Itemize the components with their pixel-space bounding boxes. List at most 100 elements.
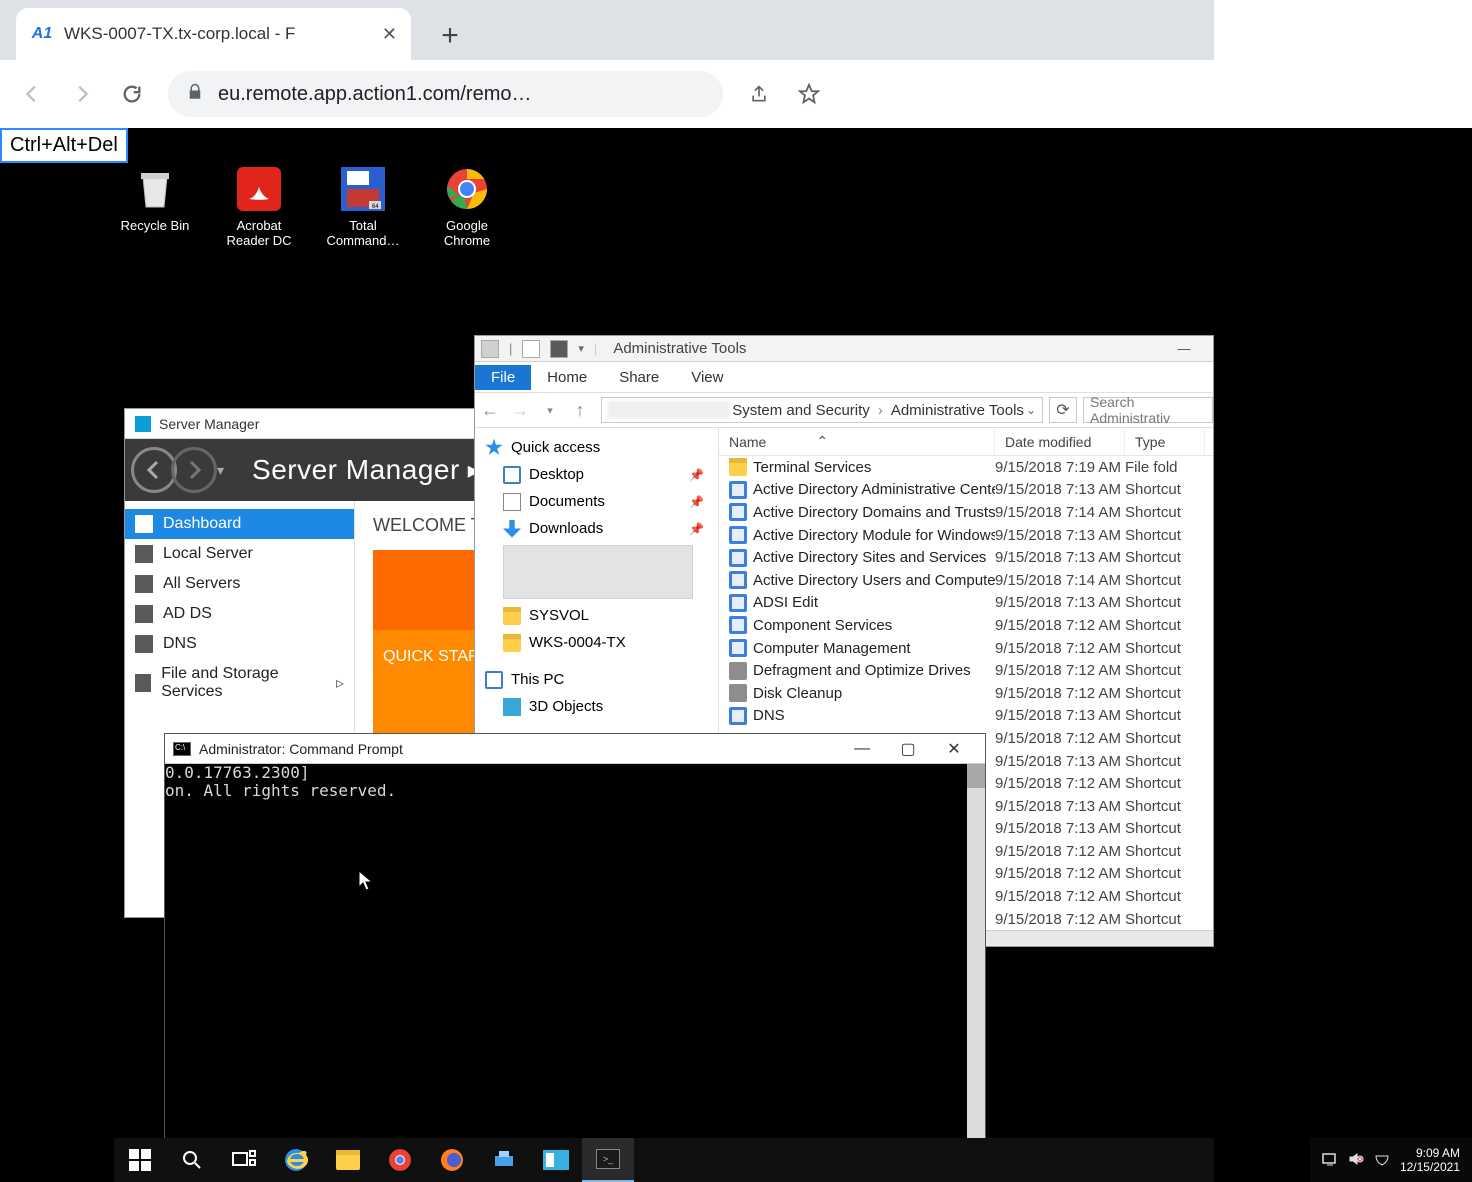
bookmark-button[interactable] bbox=[787, 72, 831, 116]
file-row[interactable]: Computer Management9/15/2018 7:12 AMShor… bbox=[719, 637, 1213, 660]
file-type: Shortcut bbox=[1125, 572, 1205, 589]
taskbar-firefox[interactable] bbox=[426, 1138, 478, 1182]
tree-desktop[interactable]: Desktop📌 bbox=[475, 461, 718, 488]
search-button[interactable] bbox=[166, 1138, 218, 1182]
chevron-down-icon[interactable]: ⌄ bbox=[1026, 403, 1036, 417]
adds-icon bbox=[135, 605, 153, 623]
ctrl-alt-del-button[interactable]: Ctrl+Alt+Del bbox=[0, 128, 128, 163]
command-prompt-window[interactable]: Administrator: Command Prompt — ▢ ✕ 0.0.… bbox=[164, 733, 986, 1169]
fe-search-input[interactable]: Search Administrativ bbox=[1083, 397, 1213, 423]
file-name: Defragment and Optimize Drives bbox=[753, 662, 995, 679]
close-button[interactable]: ✕ bbox=[931, 735, 977, 763]
cmd-body[interactable]: 0.0.17763.2300] on. All rights reserved. bbox=[165, 764, 985, 1168]
fe-path[interactable]: System and Security › Administrative Too… bbox=[601, 397, 1043, 423]
taskbar-cmd[interactable]: >_ bbox=[582, 1138, 634, 1182]
file-date: 9/15/2018 7:12 AM bbox=[995, 775, 1125, 792]
sm-nav-file-storage[interactable]: File and Storage Services▹ bbox=[125, 659, 354, 707]
desktop-icon-total-commander[interactable]: 64 Total Command… bbox=[324, 164, 402, 248]
file-row[interactable]: Defragment and Optimize Drives9/15/2018 … bbox=[719, 659, 1213, 682]
minimize-button[interactable]: — bbox=[1161, 336, 1207, 362]
taskbar-chrome[interactable] bbox=[374, 1138, 426, 1182]
qat-icon[interactable] bbox=[481, 340, 499, 358]
network-icon[interactable] bbox=[1322, 1151, 1338, 1170]
fe-nav-back[interactable]: ← bbox=[475, 400, 505, 421]
file-name: Component Services bbox=[753, 617, 995, 634]
desktop-icon-chrome[interactable]: Google Chrome bbox=[428, 164, 506, 248]
cmd-scrollbar[interactable] bbox=[967, 764, 985, 1168]
taskbar-ie[interactable] bbox=[270, 1138, 322, 1182]
tree-wks0004[interactable]: WKS-0004-TX bbox=[475, 629, 718, 656]
file-name: Active Directory Administrative Center bbox=[753, 481, 995, 498]
fe-tab-view[interactable]: View bbox=[675, 365, 739, 390]
fe-tab-share[interactable]: Share bbox=[603, 365, 675, 390]
fe-nav-history[interactable]: ▾ bbox=[535, 404, 565, 417]
fe-refresh-button[interactable]: ⟳ bbox=[1049, 397, 1077, 423]
col-date[interactable]: Date modified bbox=[995, 428, 1125, 455]
qat-icon[interactable] bbox=[522, 340, 540, 358]
desktop-icon-recycle-bin[interactable]: Recycle Bin bbox=[116, 164, 194, 248]
nav-forward-button[interactable] bbox=[60, 72, 104, 116]
fe-tab-home[interactable]: Home bbox=[531, 365, 603, 390]
file-row[interactable]: Disk Cleanup9/15/2018 7:12 AMShortcut bbox=[719, 682, 1213, 705]
task-view-button[interactable] bbox=[218, 1138, 270, 1182]
tree-3d-objects[interactable]: 3D Objects bbox=[475, 693, 718, 720]
nav-forward-icon[interactable] bbox=[171, 447, 217, 493]
fe-nav-forward[interactable]: → bbox=[505, 400, 535, 421]
volume-muted-icon[interactable] bbox=[1348, 1151, 1364, 1170]
col-type[interactable]: Type bbox=[1125, 428, 1205, 455]
sm-nav-all-servers[interactable]: All Servers bbox=[125, 569, 354, 599]
file-type: Shortcut bbox=[1125, 707, 1205, 724]
tree-this-pc[interactable]: This PC bbox=[475, 666, 718, 693]
file-row[interactable]: Active Directory Domains and Trusts9/15/… bbox=[719, 501, 1213, 524]
file-type: Shortcut bbox=[1125, 617, 1205, 634]
file-date: 9/15/2018 7:13 AM bbox=[995, 707, 1125, 724]
tree-downloads[interactable]: Downloads📌 bbox=[475, 515, 718, 542]
desktop-icon-acrobat[interactable]: Acrobat Reader DC bbox=[220, 164, 298, 248]
tree-quick-access[interactable]: Quick access bbox=[475, 434, 718, 461]
file-row[interactable]: DNS9/15/2018 7:13 AMShortcut bbox=[719, 705, 1213, 728]
tab-close-icon[interactable]: ✕ bbox=[382, 24, 397, 45]
cmd-title-bar[interactable]: Administrator: Command Prompt — ▢ ✕ bbox=[165, 734, 985, 764]
sm-nav-dns[interactable]: DNS bbox=[125, 629, 354, 659]
nav-back-button[interactable] bbox=[10, 72, 54, 116]
nav-reload-button[interactable] bbox=[110, 72, 154, 116]
col-name[interactable]: Name⌃ bbox=[719, 428, 995, 455]
action1-tray-icon[interactable] bbox=[1374, 1151, 1390, 1170]
fe-tab-file[interactable]: File bbox=[475, 365, 531, 390]
file-type: Shortcut bbox=[1125, 594, 1205, 611]
download-icon bbox=[503, 520, 521, 538]
tool-icon bbox=[729, 481, 747, 499]
fe-nav-up[interactable]: ↑ bbox=[565, 400, 595, 421]
taskbar-printer[interactable] bbox=[478, 1138, 530, 1182]
sm-nav-local-server[interactable]: Local Server bbox=[125, 539, 354, 569]
sm-nav-ad-ds[interactable]: AD DS bbox=[125, 599, 354, 629]
omnibox[interactable]: eu.remote.app.action1.com/remo… bbox=[168, 71, 723, 117]
taskbar-server-manager[interactable] bbox=[530, 1138, 582, 1182]
start-button[interactable] bbox=[114, 1138, 166, 1182]
file-row[interactable]: Component Services9/15/2018 7:12 AMShort… bbox=[719, 614, 1213, 637]
sm-nav-dashboard[interactable]: Dashboard bbox=[125, 509, 354, 539]
trash-icon bbox=[130, 164, 180, 214]
path-segment[interactable]: System and Security bbox=[732, 402, 870, 419]
file-row[interactable]: Terminal Services9/15/2018 7:19 AMFile f… bbox=[719, 456, 1213, 479]
qat-icon[interactable] bbox=[550, 340, 568, 358]
minimize-button[interactable]: — bbox=[839, 735, 885, 763]
tree-sysvol[interactable]: SYSVOL bbox=[475, 602, 718, 629]
mouse-cursor-icon bbox=[358, 870, 374, 898]
browser-tab[interactable]: A1 WKS-0007-TX.tx-corp.local - F ✕ bbox=[16, 8, 411, 60]
file-row[interactable]: Active Directory Users and Computers9/15… bbox=[719, 569, 1213, 592]
cmd-scroll-thumb[interactable] bbox=[967, 764, 985, 788]
file-row[interactable]: Active Directory Module for Windows Po…9… bbox=[719, 524, 1213, 547]
file-row[interactable]: Active Directory Sites and Services9/15/… bbox=[719, 546, 1213, 569]
taskbar-file-explorer[interactable] bbox=[322, 1138, 374, 1182]
new-tab-button[interactable]: + bbox=[436, 22, 464, 50]
tree-documents[interactable]: Documents📌 bbox=[475, 488, 718, 515]
path-segment[interactable]: Administrative Tools bbox=[891, 402, 1024, 419]
clock[interactable]: 9:09 AM 12/15/2021 bbox=[1400, 1146, 1460, 1174]
maximize-button[interactable]: ▢ bbox=[885, 735, 931, 763]
file-type: Shortcut bbox=[1125, 527, 1205, 544]
share-button[interactable] bbox=[737, 72, 781, 116]
server-manager-breadcrumb-root[interactable]: Server Manager bbox=[252, 454, 460, 486]
file-row[interactable]: ADSI Edit9/15/2018 7:13 AMShortcut bbox=[719, 592, 1213, 615]
file-row[interactable]: Active Directory Administrative Center9/… bbox=[719, 479, 1213, 502]
